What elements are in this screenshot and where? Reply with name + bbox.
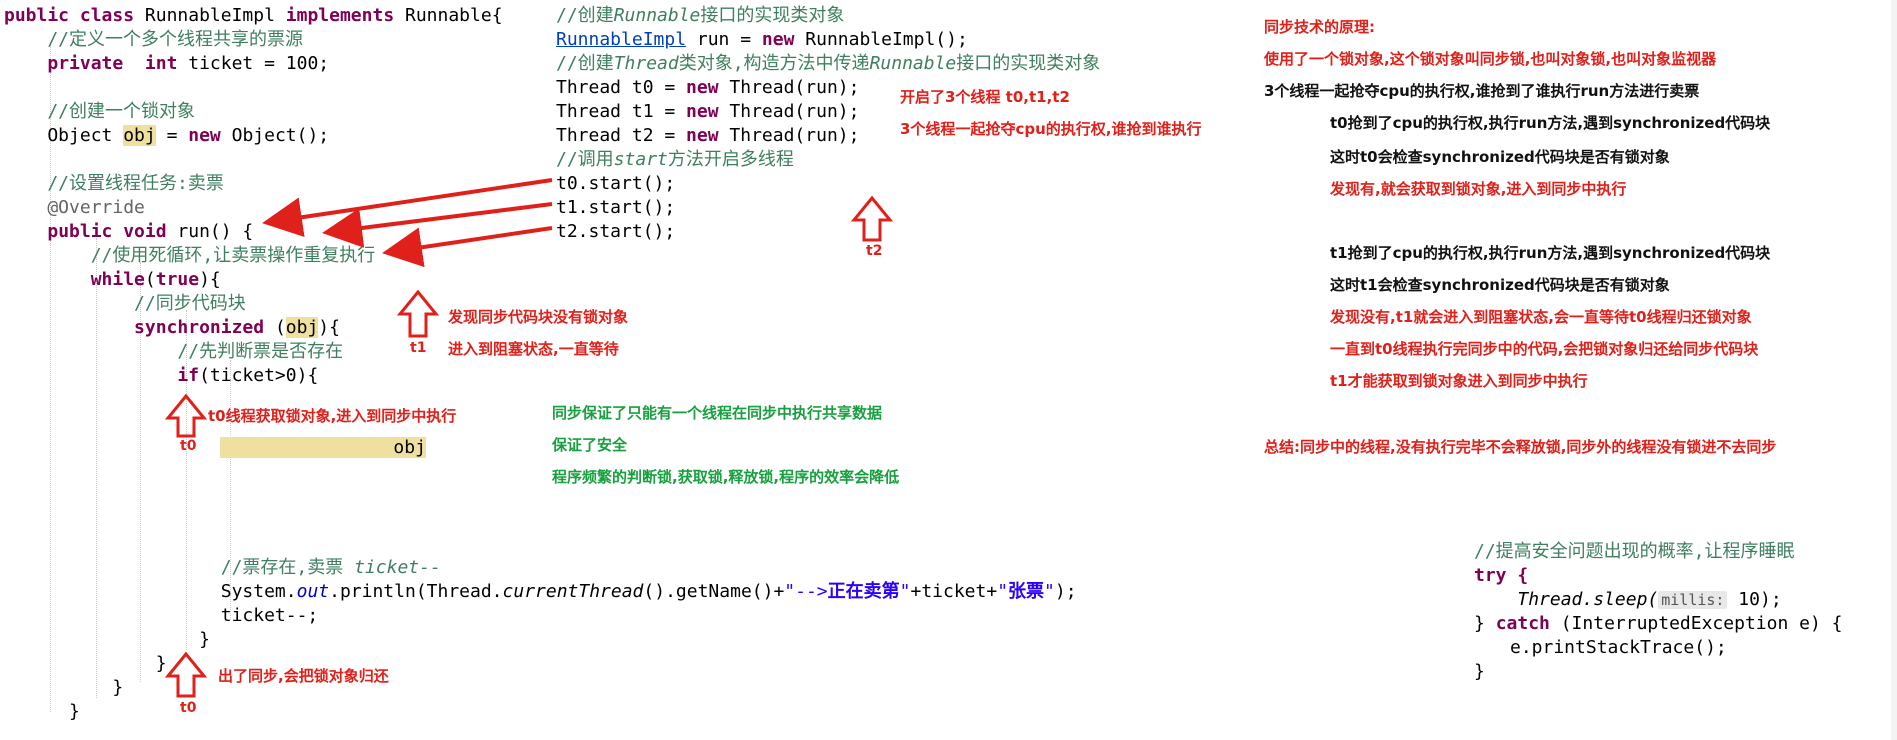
up-arrow-t0-lower bbox=[164, 651, 208, 698]
up-arrow-t1 bbox=[396, 289, 440, 338]
arrow-t0-start-to-run bbox=[262, 178, 553, 238]
annotation-arrows-overlay bbox=[164, 178, 894, 698]
vertical-scrollbar[interactable] bbox=[1891, 0, 1897, 740]
arrow-t2-start-to-run bbox=[382, 226, 553, 268]
up-arrow-t2 bbox=[850, 195, 894, 242]
up-arrow-t0-upper bbox=[164, 393, 208, 438]
